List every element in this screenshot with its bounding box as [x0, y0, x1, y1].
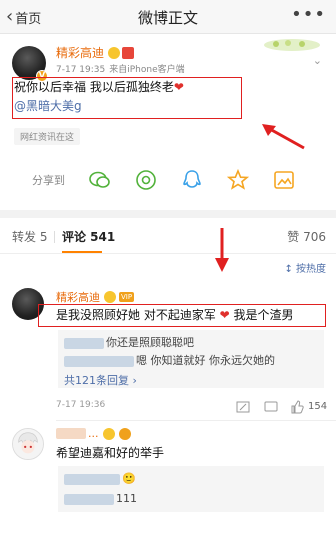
share-row: 分享到	[0, 164, 336, 196]
tab-bar: 转发 5 评论 541 赞 706	[0, 218, 336, 254]
post-meta: 7-17 19:35 来自iPhone客户端	[56, 62, 185, 75]
comment-footer: 7-17 19:36 154	[56, 400, 328, 416]
post-time: 7-17 19:35	[56, 65, 106, 75]
tab-comment[interactable]: 评论 541	[62, 228, 115, 245]
like-icon[interactable]	[290, 400, 304, 414]
level-badge-icon	[122, 46, 135, 59]
comment-username-text: ...	[88, 427, 99, 440]
comment-time: 7-17 19:36	[56, 400, 106, 410]
reply-item[interactable]: 嗯 你知道就好 你永远欠她的	[64, 352, 275, 368]
reply-item[interactable]: 111	[64, 492, 137, 505]
comment-avatar[interactable]	[12, 428, 44, 460]
post-username[interactable]: 精彩高迪	[56, 44, 135, 61]
blurred-username	[56, 428, 86, 439]
share-icon[interactable]	[236, 400, 250, 414]
reply-item[interactable]: 你还是照顾聪聪吧	[64, 334, 194, 350]
emoji-badge-icon	[104, 291, 116, 303]
reply-text: 🙂	[122, 472, 136, 485]
share-label: 分享到	[32, 174, 65, 187]
page-title: 微博正文	[137, 9, 198, 27]
comment-text: 希望迪嘉和好的举手	[56, 446, 165, 460]
chevron-down-icon[interactable]: ⌄	[313, 54, 322, 67]
comment-username[interactable]: 精彩高迪 VIP	[56, 289, 135, 305]
blurred-username	[64, 337, 104, 349]
decoration-card-icon	[264, 39, 320, 51]
comment-username[interactable]: ...	[56, 427, 131, 440]
wechat-icon[interactable]	[88, 168, 112, 192]
level-badge-icon	[118, 427, 131, 440]
emoji-badge-icon	[102, 427, 115, 440]
annotation-box	[12, 77, 242, 119]
reply-text: 111	[116, 492, 137, 505]
username-text: 精彩高迪	[56, 46, 105, 60]
annotation-arrow-down-icon	[215, 228, 229, 272]
tab-divider	[54, 231, 55, 243]
bottom-edge	[0, 520, 336, 536]
active-tab-indicator	[62, 251, 102, 253]
avatar[interactable]: V	[12, 46, 48, 82]
comment-username-text: 精彩高迪	[56, 291, 100, 304]
annotation-arrow-icon	[262, 124, 305, 150]
qq-icon[interactable]	[180, 168, 204, 192]
moments-icon[interactable]	[134, 168, 158, 192]
comment-icon[interactable]	[264, 400, 278, 414]
weibo-post: V 精彩高迪 7-17 19:35 来自iPhone客户端 ⌄ 祝你以后幸福 我以…	[0, 34, 336, 210]
image-share-icon[interactable]	[272, 168, 296, 192]
reply-text: 嗯 你知道就好 你永远欠她的	[136, 354, 275, 367]
tab-like[interactable]: 赞 706	[287, 228, 326, 245]
emoji-badge-icon	[108, 46, 121, 59]
tab-repost[interactable]: 转发 5	[12, 228, 47, 245]
reply-item[interactable]: 🙂	[64, 472, 136, 485]
tag-label: 网红资讯在这	[20, 133, 75, 143]
section-gap	[0, 210, 336, 218]
annotation-box	[38, 304, 326, 327]
vip-badge: VIP	[119, 292, 135, 302]
reply-list: 你还是照顾聪聪吧 嗯 你知道就好 你永远欠她的 共121条回复 ›	[58, 330, 324, 388]
like-count: 154	[308, 401, 328, 412]
reply-list: 🙂 111	[58, 466, 324, 512]
more-menu-button[interactable]: •••	[291, 4, 326, 25]
blurred-username	[64, 473, 120, 485]
view-all-replies-link[interactable]: 共121条回复 ›	[64, 372, 137, 388]
comment-divider	[56, 420, 336, 421]
nav-bar: ‹ 首页 微博正文 •••	[0, 0, 336, 34]
reply-text: 你还是照顾聪聪吧	[106, 336, 194, 349]
info-tag[interactable]: 网红资讯在这	[14, 128, 81, 145]
blurred-username	[64, 355, 134, 367]
star-icon[interactable]	[226, 168, 250, 192]
post-source: 来自iPhone客户端	[109, 65, 185, 75]
sort-by-hot-button[interactable]: ↕ 按热度	[284, 260, 326, 275]
blurred-username	[64, 493, 114, 505]
